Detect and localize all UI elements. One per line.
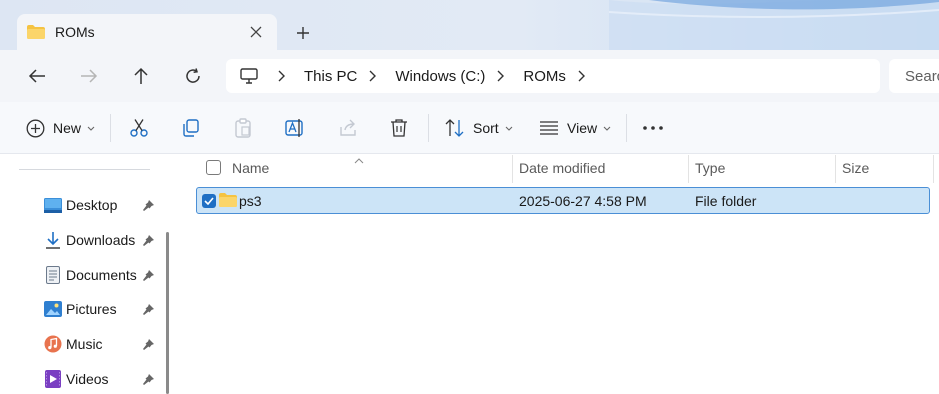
- file-list: Name Date modified Type Size ps3 2025-06…: [176, 155, 939, 394]
- sidebar-item-label: Pictures: [66, 301, 117, 317]
- pin-icon[interactable]: [143, 337, 154, 353]
- share-icon[interactable]: [338, 115, 358, 141]
- select-all-checkbox[interactable]: [206, 160, 221, 175]
- cut-icon[interactable]: [129, 115, 149, 141]
- search-input[interactable]: Search ROMs: [889, 59, 939, 93]
- pin-icon[interactable]: [143, 268, 154, 284]
- divider: [110, 114, 111, 142]
- view-button[interactable]: View: [540, 115, 611, 141]
- sidebar-item-label: Downloads: [66, 232, 136, 248]
- divider: [626, 114, 627, 142]
- pin-icon[interactable]: [143, 198, 154, 214]
- column-divider[interactable]: [512, 155, 513, 183]
- chevron-down-icon: [505, 126, 513, 131]
- view-label: View: [567, 120, 598, 136]
- sidebar-item-pictures[interactable]: Pictures: [44, 297, 164, 321]
- sidebar-item-label: Videos: [66, 371, 109, 387]
- plus-icon[interactable]: [292, 22, 314, 44]
- title-bar: ROMs: [0, 0, 939, 50]
- pin-icon[interactable]: [143, 233, 154, 249]
- new-button[interactable]: New: [26, 115, 95, 141]
- breadcrumb-roms[interactable]: ROMs: [523, 68, 566, 85]
- music-icon: [44, 335, 62, 353]
- row-checkbox[interactable]: [202, 194, 216, 208]
- navigation-bar: This PC Windows (C:) ROMs Search ROMs: [0, 50, 939, 102]
- copy-icon[interactable]: [181, 115, 201, 141]
- desktop-icon: [44, 196, 62, 214]
- chevron-down-icon: [603, 126, 611, 131]
- sort-icon: [445, 119, 465, 137]
- sort-button[interactable]: Sort: [445, 115, 513, 141]
- navigation-pane-scrollbar[interactable]: [166, 232, 169, 394]
- folder-icon: [219, 193, 237, 210]
- column-header-name[interactable]: Name: [232, 155, 269, 181]
- folder-icon: [27, 25, 45, 39]
- address-bar[interactable]: This PC Windows (C:) ROMs: [226, 59, 880, 93]
- sidebar-item-documents[interactable]: Documents: [44, 263, 164, 287]
- new-icon: [26, 119, 45, 138]
- tab-title: ROMs: [55, 24, 95, 40]
- file-name: ps3: [239, 193, 262, 209]
- sidebar-item-label: Documents: [66, 267, 137, 283]
- column-divider[interactable]: [835, 155, 836, 183]
- sidebar-item-videos[interactable]: Videos: [44, 367, 164, 391]
- column-header-type[interactable]: Type: [695, 155, 725, 181]
- new-label: New: [53, 120, 82, 136]
- sidebar-item-downloads[interactable]: Downloads: [44, 228, 164, 252]
- tab-roms[interactable]: ROMs: [17, 14, 277, 50]
- back-arrow-icon[interactable]: [24, 63, 50, 89]
- chevron-right-icon[interactable]: [497, 70, 505, 82]
- command-bar: New Sort View: [0, 102, 939, 154]
- table-row[interactable]: ps3 2025-06-27 4:58 PM File folder: [196, 187, 930, 214]
- videos-icon: [44, 370, 62, 388]
- delete-icon[interactable]: [389, 115, 409, 141]
- chevron-right-icon[interactable]: [369, 70, 377, 82]
- divider: [19, 169, 150, 170]
- pin-icon[interactable]: [143, 302, 154, 318]
- view-icon: [540, 121, 558, 135]
- forward-arrow-icon[interactable]: [76, 63, 102, 89]
- download-icon: [44, 231, 62, 249]
- sort-indicator-icon: [354, 151, 364, 167]
- title-bar-background: [609, 0, 939, 50]
- documents-icon: [44, 266, 62, 284]
- column-header-date-modified[interactable]: Date modified: [519, 155, 605, 181]
- file-date-modified: 2025-06-27 4:58 PM: [519, 193, 647, 209]
- sort-label: Sort: [473, 120, 499, 136]
- pictures-icon: [44, 300, 62, 318]
- monitor-icon[interactable]: [240, 68, 258, 84]
- divider: [428, 114, 429, 142]
- chevron-right-icon[interactable]: [278, 70, 286, 82]
- rename-icon[interactable]: [285, 115, 305, 141]
- up-arrow-icon[interactable]: [128, 63, 154, 89]
- column-header-size[interactable]: Size: [842, 155, 869, 181]
- paste-icon[interactable]: [233, 115, 253, 141]
- file-type: File folder: [695, 193, 757, 209]
- sidebar-item-desktop[interactable]: Desktop: [44, 193, 164, 217]
- navigation-pane: Desktop Downloads Documents Pictures Mus…: [0, 155, 176, 394]
- column-divider[interactable]: [688, 155, 689, 183]
- pin-icon[interactable]: [143, 372, 154, 388]
- sidebar-item-label: Desktop: [66, 197, 118, 213]
- more-icon[interactable]: [643, 115, 663, 141]
- refresh-icon[interactable]: [180, 63, 206, 89]
- breadcrumb-windows-c[interactable]: Windows (C:): [395, 68, 485, 85]
- close-icon[interactable]: [247, 23, 265, 41]
- sidebar-item-music[interactable]: Music: [44, 332, 164, 356]
- breadcrumb-this-pc[interactable]: This PC: [304, 68, 357, 85]
- chevron-down-icon: [87, 126, 95, 131]
- chevron-right-icon[interactable]: [578, 70, 586, 82]
- sidebar-item-label: Music: [66, 336, 103, 352]
- column-divider[interactable]: [933, 155, 934, 183]
